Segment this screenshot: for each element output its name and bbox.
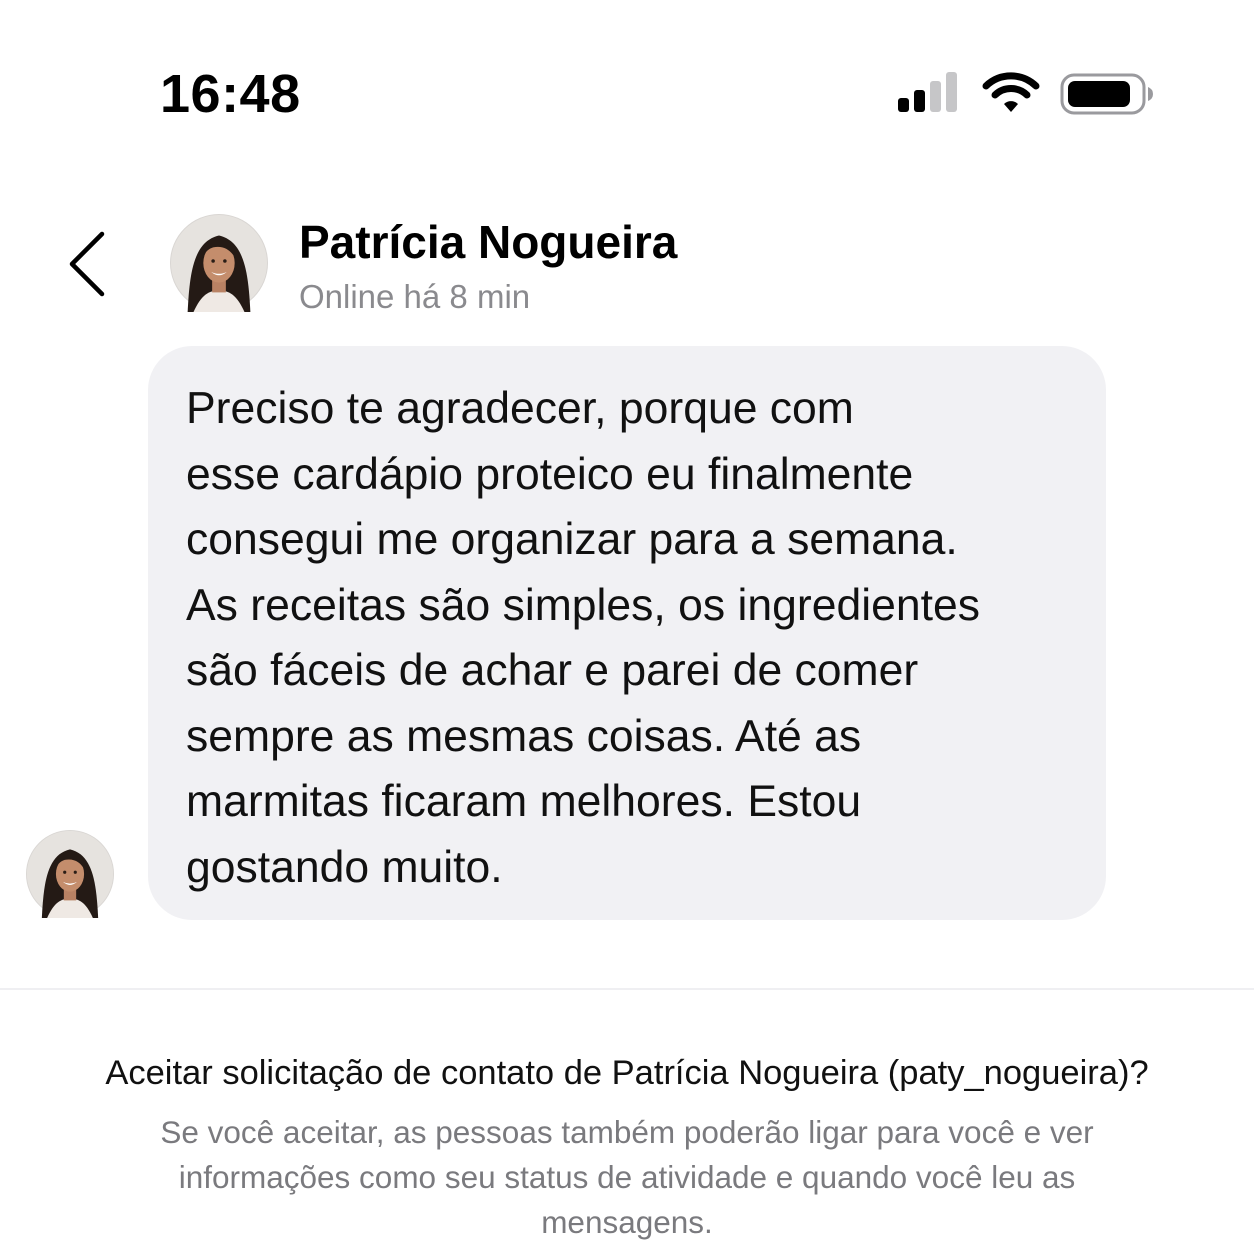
message-line: sempre as mesmas coisas. Até as	[186, 711, 862, 761]
divider	[0, 988, 1254, 990]
message-line: Preciso te agradecer, porque com	[186, 384, 854, 433]
chevron-left-icon	[69, 231, 105, 297]
cellular-signal-icon	[898, 72, 957, 112]
request-explanation-line: informações como seu status de atividade…	[178, 1159, 1076, 1195]
message-line: esse cardápio proteico eu finalmente	[186, 449, 914, 499]
message-bubble[interactable]: Preciso te agradecer, porque com esse ca…	[148, 346, 1106, 920]
status-icons	[896, 70, 1158, 118]
request-question: Aceitar solicitação de contato de Patríc…	[105, 1054, 1149, 1092]
avatar[interactable]	[170, 214, 268, 312]
wifi-icon	[982, 72, 1040, 112]
status-time: 16:48	[160, 64, 301, 124]
message-line: marmitas ficaram melhores. Estou	[186, 777, 862, 826]
message-line: são fáceis de achar e parei de comer	[186, 646, 919, 695]
message-line: consegui me organizar para a semana.	[186, 515, 958, 564]
battery-icon	[1060, 73, 1153, 115]
request-explanation: Se você aceitar, as pessoas também poder…	[60, 1110, 1194, 1245]
message-line: As receitas são simples, os ingredientes	[186, 580, 980, 630]
message-line: gostando muito.	[186, 842, 503, 892]
request-explanation-line: Se você aceitar, as pessoas também poder…	[160, 1114, 1094, 1150]
message-text: Preciso te agradecer, porque com esse ca…	[186, 376, 1076, 900]
request-explanation-line: mensagens.	[541, 1204, 713, 1240]
contact-name[interactable]: Patrícia Nogueira	[299, 214, 677, 270]
message-sender-avatar[interactable]	[26, 830, 114, 918]
contact-status: Online há 8 min	[299, 278, 531, 315]
back-button[interactable]	[58, 224, 122, 304]
